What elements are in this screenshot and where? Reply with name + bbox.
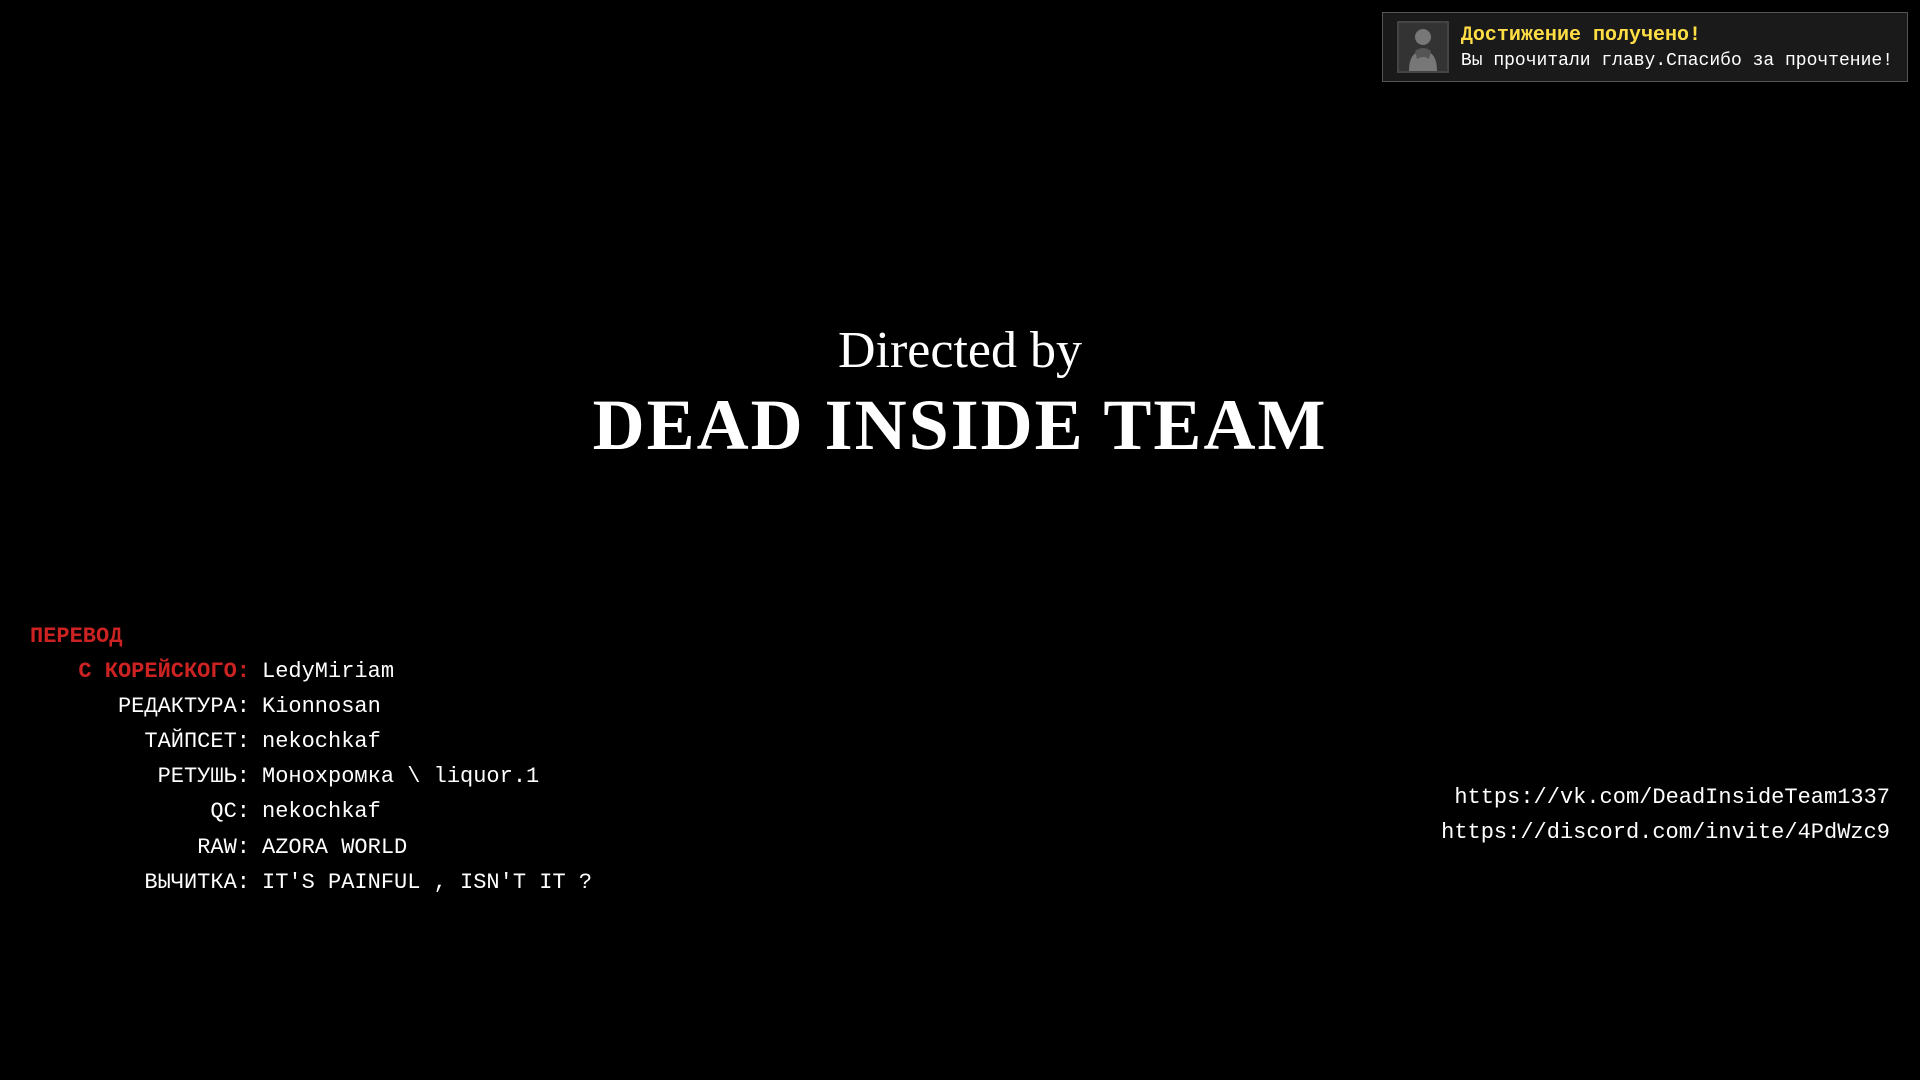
credits-row: РЕТУШЬ: Монохромка \ liquor.1: [30, 759, 592, 794]
credits-key-white: RAW:: [30, 830, 250, 865]
credits-row: ВЫЧИТКА: IT'S PAINFUL , ISN'T IT ?: [30, 865, 592, 900]
team-name-label: DEAD INSIDE TEAM: [0, 382, 1920, 468]
social-links: https://vk.com/DeadInsideTeam1337 https:…: [1441, 780, 1890, 850]
credits-row: RAW: AZORA WORLD: [30, 830, 592, 865]
achievement-title: Достижение получено!: [1461, 24, 1893, 47]
credits-row: ТАЙПСЕТ: nekochkaf: [30, 724, 592, 759]
credits-value: LedyMiriam: [262, 654, 394, 689]
credits-value: IT'S PAINFUL , ISN'T IT ?: [262, 865, 592, 900]
credits-row: РЕДАКТУРА: Kionnosan: [30, 689, 592, 724]
credits-key-white: ВЫЧИТКА:: [30, 865, 250, 900]
credits-value: Kionnosan: [262, 689, 381, 724]
achievement-avatar: [1397, 21, 1449, 73]
credits-row: QC: nekochkaf: [30, 794, 592, 829]
credits-section: ПЕРЕВОД С КОРЕЙСКОГО: LedyMiriam РЕДАКТУ…: [30, 619, 592, 901]
social-link-vk: https://vk.com/DeadInsideTeam1337: [1441, 780, 1890, 815]
credits-row: С КОРЕЙСКОГО: LedyMiriam: [30, 654, 592, 689]
credits-value: nekochkaf: [262, 724, 381, 759]
main-content: Directed by DEAD INSIDE TEAM: [0, 320, 1920, 469]
achievement-notification: Достижение получено! Вы прочитали главу.…: [1382, 12, 1908, 82]
credits-key-white: ТАЙПСЕТ:: [30, 724, 250, 759]
credits-key-white: QC:: [30, 794, 250, 829]
credits-key: С КОРЕЙСКОГО:: [30, 654, 250, 689]
credits-value: AZORA WORLD: [262, 830, 407, 865]
credits-key-white: РЕТУШЬ:: [30, 759, 250, 794]
credits-section-label: ПЕРЕВОД: [30, 619, 592, 654]
directed-by-label: Directed by: [0, 320, 1920, 382]
credits-key-white: РЕДАКТУРА:: [30, 689, 250, 724]
credits-value: Монохромка \ liquor.1: [262, 759, 539, 794]
credits-value: nekochkaf: [262, 794, 381, 829]
achievement-description: Вы прочитали главу.Спасибо за прочтение!: [1461, 51, 1893, 71]
social-link-discord: https://discord.com/invite/4PdWzc9: [1441, 815, 1890, 850]
achievement-text: Достижение получено! Вы прочитали главу.…: [1461, 24, 1893, 71]
